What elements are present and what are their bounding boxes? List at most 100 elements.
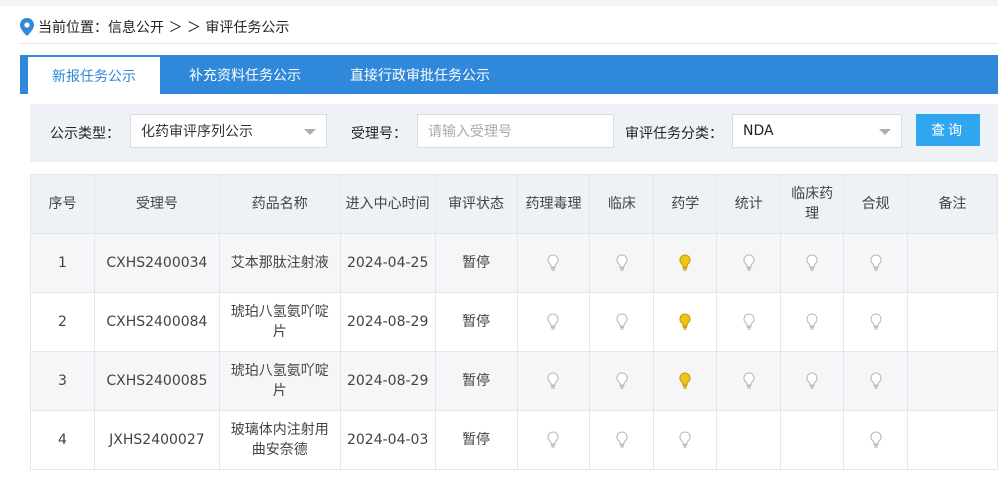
cell-entry-time: 2024-08-29: [339, 351, 436, 411]
table-row: 4 JXHS2400027 玻璃体内注射用曲安奈德 2024-04-03 暂停: [30, 410, 998, 470]
bulb-off-icon: [869, 372, 883, 389]
cell-clin-pharm: [780, 233, 845, 293]
col-header-statistics: 统计: [716, 174, 782, 234]
bulb-off-icon: [742, 313, 756, 330]
chevron-down-icon: [879, 129, 891, 135]
cell-tox: [516, 233, 591, 293]
cell-remark: [907, 410, 998, 470]
bulb-off-icon: [615, 254, 629, 271]
cell-entry-time: 2024-04-03: [339, 410, 436, 470]
cell-drug-name: 艾本那肽注射液: [218, 233, 341, 293]
bulb-off-icon: [615, 431, 629, 448]
category-label: 审评任务分类：: [625, 126, 723, 142]
cell-stats: [716, 410, 782, 470]
cell-status: 暂停: [434, 292, 518, 352]
tab-new-tasks[interactable]: 新报任务公示: [28, 57, 160, 94]
breadcrumb-text: 当前位置：信息公开 ＞ ＞ 审评任务公示: [38, 20, 290, 36]
type-label: 公示类型：: [50, 126, 120, 142]
filter-bar: 公示类型： 化药审评序列公示 受理号： 请输入受理号 审评任务分类： NDA 查…: [30, 104, 998, 162]
cell-no: 4: [30, 410, 95, 470]
cell-stats: [716, 351, 782, 411]
type-select[interactable]: 化药审评序列公示: [130, 114, 327, 148]
col-header-accept-no: 受理号: [93, 174, 220, 234]
type-select-value: 化药审评序列公示: [141, 124, 253, 140]
cell-stats: [716, 233, 782, 293]
cell-accept-no[interactable]: CXHS2400034: [93, 233, 220, 293]
bulb-on-icon: [678, 372, 692, 389]
tab-supplement-tasks[interactable]: 补充资料任务公示: [160, 55, 330, 94]
cell-status: 暂停: [434, 233, 518, 293]
tab-direct-approval-tasks[interactable]: 直接行政审批任务公示: [330, 55, 510, 94]
bulb-off-icon: [678, 431, 692, 448]
cell-clin-pharm: [780, 410, 845, 470]
table-row: 2 CXHS2400084 琥珀八氢氨吖啶片 2024-08-29 暂停: [30, 292, 998, 352]
col-header-status: 审评状态: [434, 174, 518, 234]
cell-compliance: [843, 292, 909, 352]
bulb-off-icon: [805, 254, 819, 271]
accept-no-label: 受理号：: [351, 126, 407, 142]
bulb-off-icon: [742, 254, 756, 271]
cell-remark: [907, 292, 998, 352]
bulb-off-icon: [805, 313, 819, 330]
cell-clinical: [589, 233, 655, 293]
location-pin-icon: [20, 18, 34, 36]
col-header-remark: 备注: [907, 174, 998, 234]
accept-no-placeholder: 请输入受理号: [428, 124, 512, 140]
cell-tox: [516, 410, 591, 470]
col-header-compliance: 合规: [843, 174, 909, 234]
cell-compliance: [843, 410, 909, 470]
task-table: 序号 受理号 药品名称 进入中心时间 审评状态 药理毒理 临床 药学 统计 临床…: [30, 174, 998, 470]
cell-drug-name: 玻璃体内注射用曲安奈德: [218, 410, 341, 470]
bulb-off-icon: [742, 372, 756, 389]
table-header-row: 序号 受理号 药品名称 进入中心时间 审评状态 药理毒理 临床 药学 统计 临床…: [30, 174, 998, 234]
cell-tox: [516, 351, 591, 411]
breadcrumb-divider: [20, 43, 998, 44]
cell-no: 2: [30, 292, 95, 352]
cell-remark: [907, 233, 998, 293]
cell-accept-no[interactable]: JXHS2400027: [93, 410, 220, 470]
cell-clinical: [589, 410, 655, 470]
breadcrumb: 当前位置：信息公开 ＞ ＞ 审评任务公示: [20, 14, 289, 40]
cell-drug-name: 琥珀八氢氨吖啶片: [218, 351, 341, 411]
table-row: 3 CXHS2400085 琥珀八氢氨吖啶片 2024-08-29 暂停: [30, 351, 998, 411]
bulb-off-icon: [546, 431, 560, 448]
cell-status: 暂停: [434, 410, 518, 470]
bulb-off-icon: [615, 313, 629, 330]
cell-clinical: [589, 351, 655, 411]
bulb-off-icon: [869, 313, 883, 330]
cell-pharmacy: [653, 410, 718, 470]
col-header-pharmacy: 药学: [653, 174, 718, 234]
col-header-clinical-pharmacology: 临床药理: [780, 174, 845, 234]
col-header-toxicology: 药理毒理: [516, 174, 591, 234]
category-select[interactable]: NDA: [732, 114, 902, 148]
accept-no-input[interactable]: 请输入受理号: [417, 114, 614, 148]
cell-tox: [516, 292, 591, 352]
category-select-value: NDA: [743, 123, 774, 139]
cell-stats: [716, 292, 782, 352]
tab-bar: 新报任务公示 补充资料任务公示 直接行政审批任务公示: [20, 55, 998, 94]
cell-pharmacy: [653, 292, 718, 352]
bulb-off-icon: [869, 431, 883, 448]
bulb-off-icon: [805, 372, 819, 389]
cell-remark: [907, 351, 998, 411]
bulb-off-icon: [869, 254, 883, 271]
bulb-off-icon: [546, 313, 560, 330]
col-header-no: 序号: [30, 174, 95, 234]
bulb-off-icon: [546, 254, 560, 271]
cell-entry-time: 2024-08-29: [339, 292, 436, 352]
cell-accept-no[interactable]: CXHS2400084: [93, 292, 220, 352]
cell-status: 暂停: [434, 351, 518, 411]
bulb-on-icon: [678, 313, 692, 330]
cell-clin-pharm: [780, 292, 845, 352]
cell-clin-pharm: [780, 351, 845, 411]
cell-pharmacy: [653, 351, 718, 411]
bulb-on-icon: [678, 254, 692, 271]
cell-accept-no[interactable]: CXHS2400085: [93, 351, 220, 411]
table-row: 1 CXHS2400034 艾本那肽注射液 2024-04-25 暂停: [30, 233, 998, 293]
cell-no: 3: [30, 351, 95, 411]
bulb-off-icon: [615, 372, 629, 389]
query-button[interactable]: 查询: [916, 114, 980, 146]
bulb-off-icon: [546, 372, 560, 389]
chevron-down-icon: [304, 129, 316, 135]
cell-compliance: [843, 233, 909, 293]
